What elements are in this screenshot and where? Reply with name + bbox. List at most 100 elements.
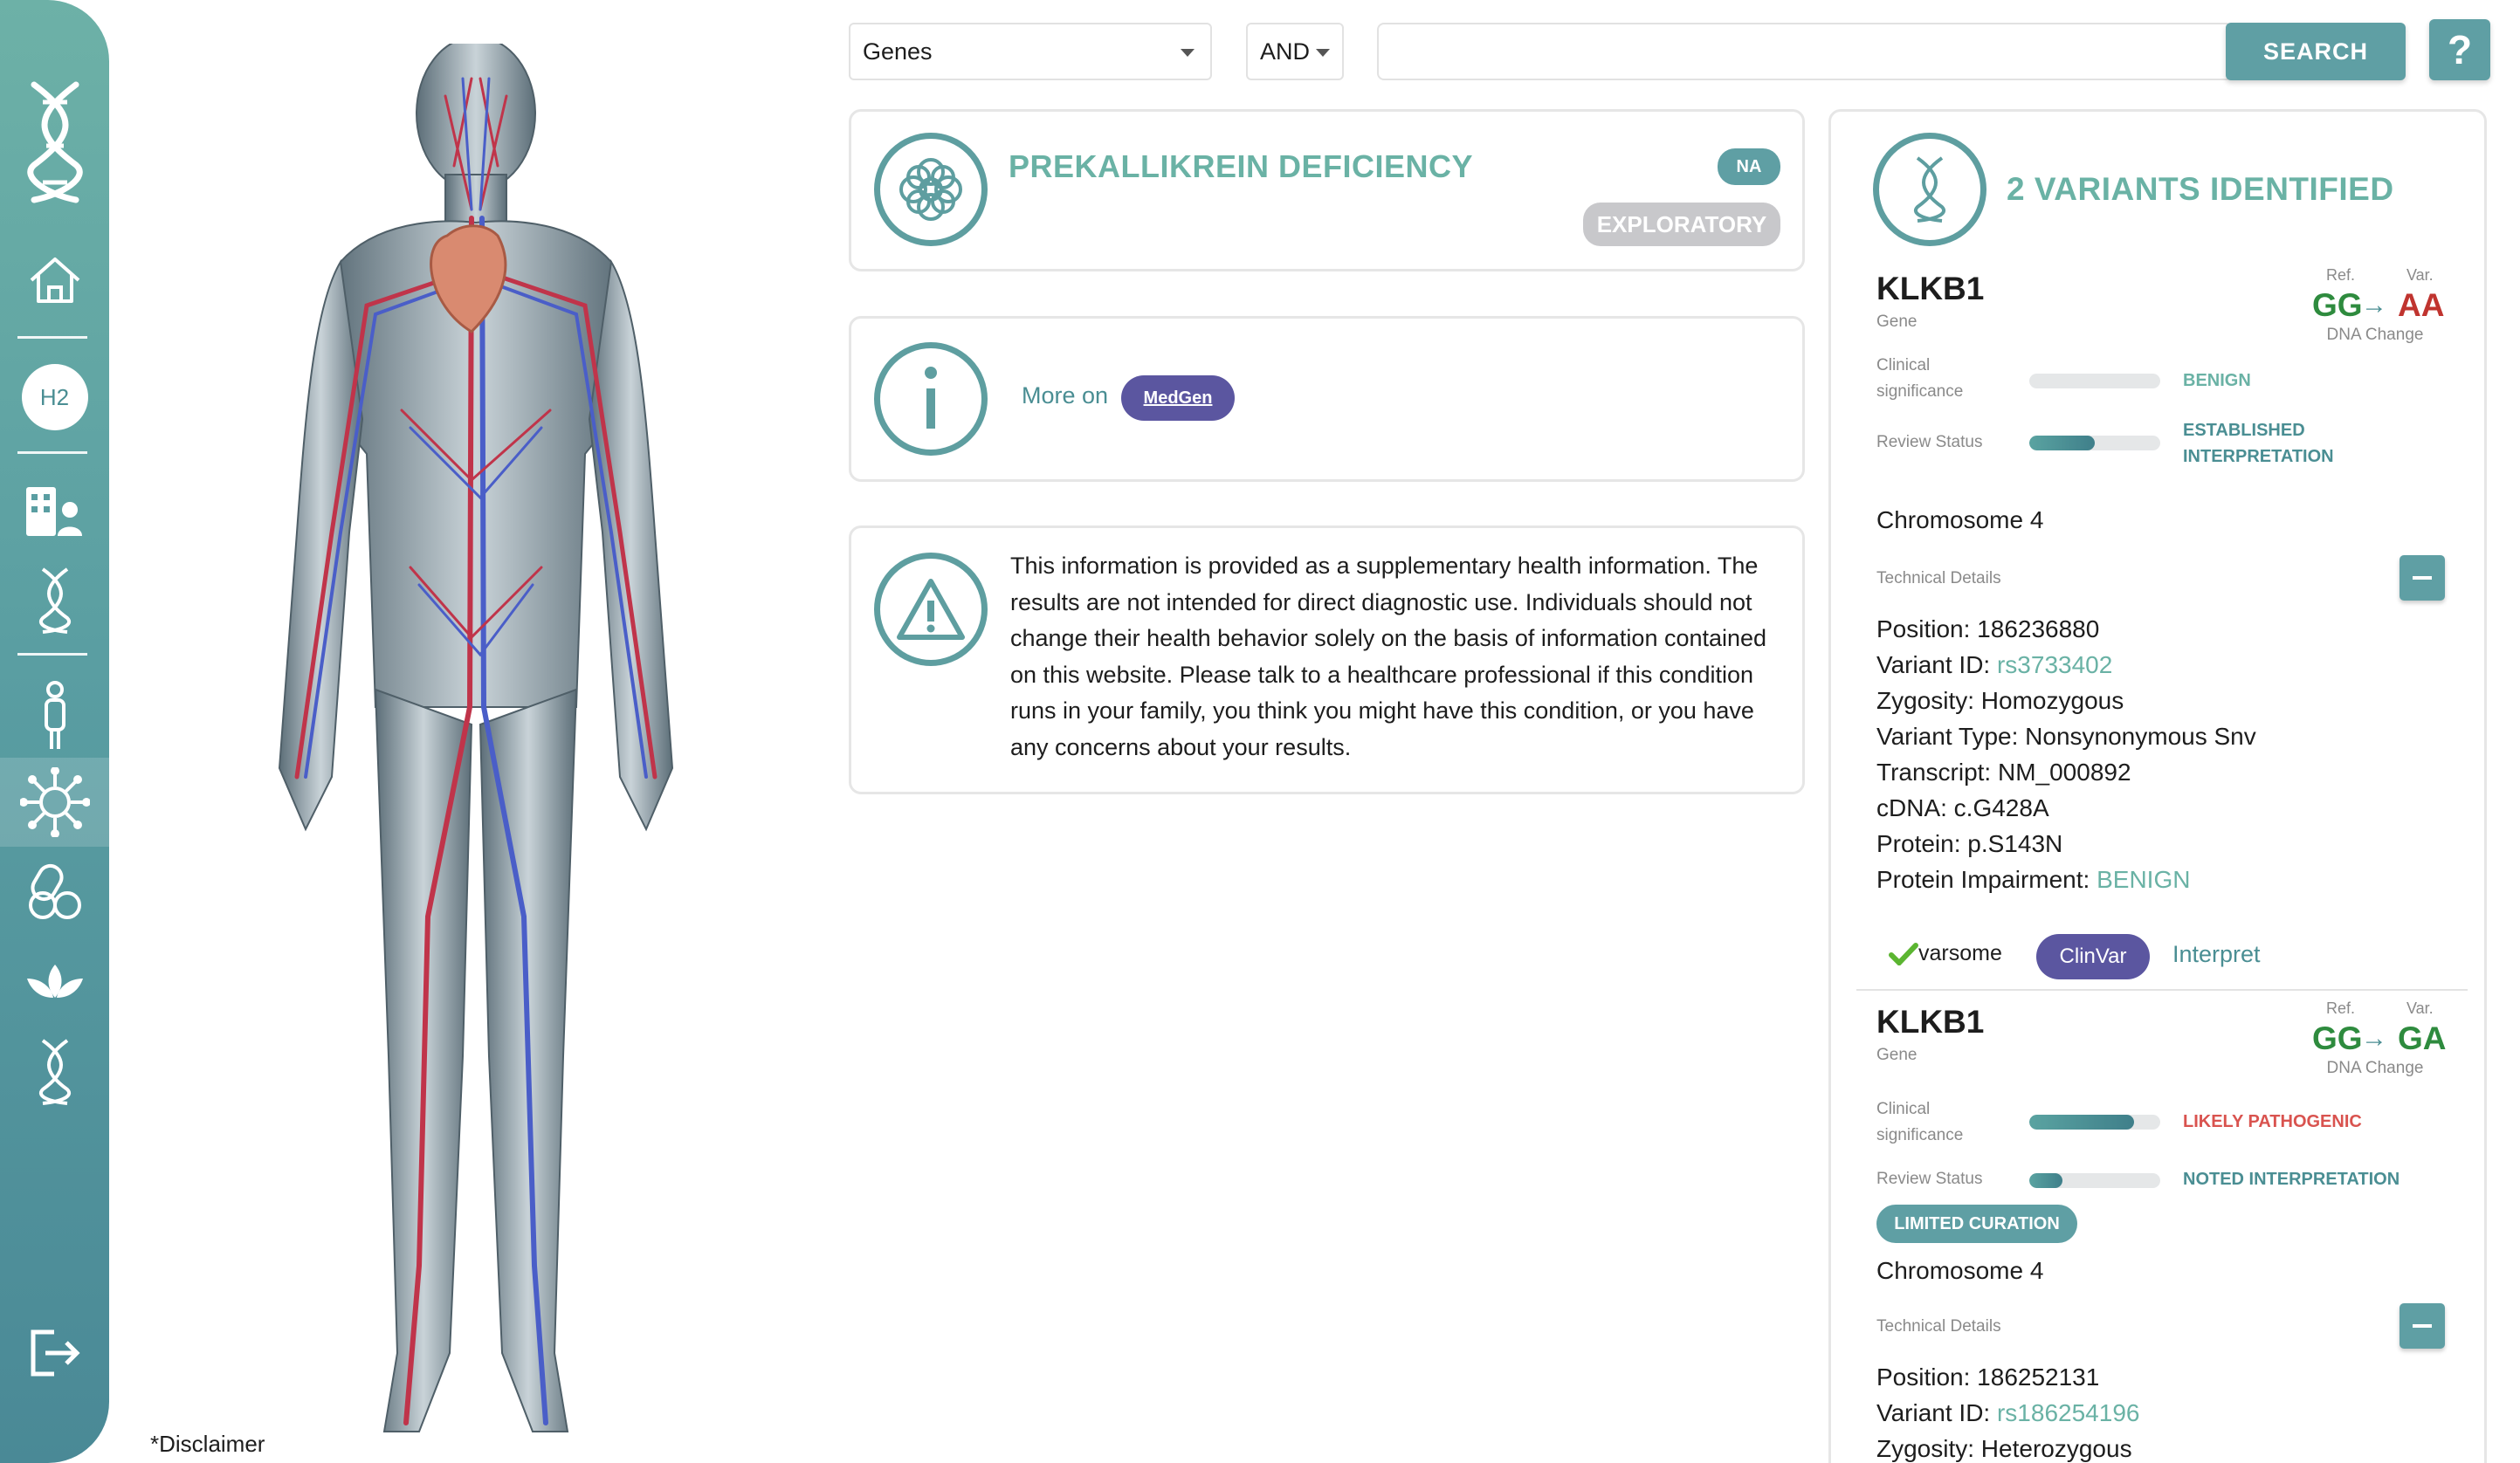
sidebar-separator <box>17 336 87 339</box>
dna-icon <box>1914 156 1945 223</box>
clinical-significance-bar <box>2029 374 2160 388</box>
condition-card <box>849 109 1805 271</box>
lotus-icon[interactable] <box>0 951 109 1013</box>
variant-id-label: Variant ID: <box>1876 1399 1991 1426</box>
operator-select[interactable]: AND <box>1246 23 1344 80</box>
technical-details-label: Technical Details <box>1876 569 2001 587</box>
variant-id-link[interactable]: rs186254196 <box>1997 1399 2139 1426</box>
help-button[interactable]: ? <box>2429 19 2490 80</box>
pills-icon[interactable] <box>0 857 109 927</box>
collapse-details-button[interactable] <box>2400 555 2445 601</box>
sidebar-separator <box>17 653 87 656</box>
category-select[interactable]: Genes <box>849 23 1212 80</box>
review-status-value: NOTED INTERPRETATION <box>2183 1170 2400 1189</box>
ref-label: Ref. <box>2326 266 2356 284</box>
protein-impairment-row: Protein Impairment: BENIGN <box>1876 866 2190 894</box>
gene-name: KLKB1 <box>1876 271 1985 306</box>
clinical-significance-label: Clinical significance <box>1876 1100 1964 1144</box>
home-icon[interactable] <box>0 249 109 312</box>
review-status-label: Review Status <box>1876 1170 1983 1188</box>
disclaimer-link[interactable]: *Disclaimer <box>150 1431 265 1458</box>
protein: Protein: p.S143N <box>1876 830 2063 857</box>
collapse-details-button[interactable] <box>2400 1303 2445 1349</box>
minus-icon <box>2413 1324 2432 1328</box>
medgen-link[interactable]: MedGen <box>1121 375 1235 421</box>
dna-change-label: DNA Change <box>2326 326 2424 344</box>
alt-bases-text: GA <box>2398 1020 2447 1056</box>
interpret-link[interactable]: Interpret <box>2172 941 2261 968</box>
exploratory-tag: EXPLORATORY <box>1583 203 1780 246</box>
search-input[interactable] <box>1377 23 2233 80</box>
varsome-link[interactable]: varsome <box>1889 941 2002 966</box>
condition-title: PREKALLIKREIN DEFICIENCY <box>1009 148 1474 184</box>
ref-bases: GG <box>2312 1020 2363 1056</box>
chevron-down-icon <box>1316 49 1330 57</box>
gene-name: KLKB1 <box>1876 1004 1985 1040</box>
profile-badge: H2 <box>21 364 88 430</box>
minus-icon <box>2413 576 2432 580</box>
info-ring <box>874 342 988 456</box>
more-info-card <box>849 316 1805 482</box>
person-icon[interactable] <box>0 677 109 755</box>
technical-details-label: Technical Details <box>1876 1317 2001 1336</box>
variant-divider <box>1856 989 2468 991</box>
warning-icon <box>897 579 965 640</box>
ref-label: Ref. <box>2326 999 2356 1017</box>
variant-id-row: Variant ID: rs3733402 <box>1876 651 2112 679</box>
transcript: Transcript: NM_000892 <box>1876 759 2131 786</box>
na-badge: NA <box>1718 148 1780 185</box>
chromosome: Chromosome 4 <box>1876 506 2044 533</box>
alt-bases: AA <box>2398 287 2445 323</box>
dna-small-icon[interactable] <box>0 1034 109 1109</box>
arrow-right-icon: → <box>2361 291 2387 319</box>
profile-h2-item[interactable]: H2 <box>0 362 109 432</box>
varsome-label: varsome <box>1918 941 2002 965</box>
dna-logo-icon[interactable] <box>0 77 109 208</box>
review-status-bar <box>2029 1173 2160 1188</box>
clinvar-link[interactable]: ClinVar <box>2036 934 2150 979</box>
limited-curation-badge: LIMITED CURATION <box>1876 1205 2077 1243</box>
search-button[interactable]: SEARCH <box>2226 23 2406 80</box>
clinical-significance-value: LIKELY PATHOGENIC <box>2183 1112 2362 1131</box>
position: Position: 186236880 <box>1876 615 2100 642</box>
variant-id-label: Variant ID: <box>1876 651 1991 678</box>
zygosity: Zygosity: Homozygous <box>1876 687 2124 714</box>
variant-type: Variant Type: Nonsynonymous Snv <box>1876 723 2256 750</box>
hospital-user-icon[interactable] <box>0 480 109 543</box>
zygosity: Zygosity: Heterozygous <box>1876 1435 2132 1462</box>
warning-ring <box>874 553 988 666</box>
anatomy-figure[interactable] <box>210 36 751 1463</box>
sidebar-separator <box>17 451 87 454</box>
category-value: Genes <box>863 38 933 65</box>
dna-change: Ref. Var. GG → GA DNA Change <box>2305 999 2447 1078</box>
alt-bases: GA <box>2398 1020 2447 1057</box>
virus-icon[interactable] <box>0 758 109 847</box>
dna-change-label: DNA Change <box>2326 1059 2424 1077</box>
var-label: Var. <box>2406 999 2434 1017</box>
position: Position: 186252131 <box>1876 1363 2100 1391</box>
chevron-down-icon <box>1181 49 1195 57</box>
variants-title: 2 VARIANTS IDENTIFIED <box>2007 171 2394 207</box>
protein-impairment-value: BENIGN <box>2097 866 2191 893</box>
more-on-label: More on <box>1022 382 1109 409</box>
logout-icon[interactable] <box>0 1322 109 1384</box>
dna-icon[interactable] <box>0 563 109 638</box>
var-label: Var. <box>2406 266 2434 284</box>
clinical-significance-bar <box>2029 1115 2160 1130</box>
flower-icon <box>899 158 962 221</box>
operator-value: AND <box>1260 38 1311 65</box>
gene-label: Gene <box>1876 313 1918 331</box>
chromosome: Chromosome 4 <box>1876 1257 2044 1284</box>
sidebar: H2 <box>0 0 109 1463</box>
checkmark-icon <box>1889 942 1918 965</box>
notice-text: This information is provided as a supple… <box>1010 553 1767 760</box>
review-status-label: Review Status <box>1876 433 1983 451</box>
variants-ring <box>1873 133 1986 246</box>
variant-id-link[interactable]: rs3733402 <box>1997 651 2112 678</box>
gene-label: Gene <box>1876 1046 1918 1064</box>
cdna: cDNA: c.G428A <box>1876 794 2049 821</box>
dna-change: Ref. Var. GG → AA DNA Change <box>2305 266 2445 345</box>
protein-impairment-label: Protein Impairment: <box>1876 866 2090 893</box>
variant-id-row: Variant ID: rs186254196 <box>1876 1399 2139 1427</box>
review-status-value: ESTABLISHED INTERPRETATION <box>2183 421 2334 466</box>
